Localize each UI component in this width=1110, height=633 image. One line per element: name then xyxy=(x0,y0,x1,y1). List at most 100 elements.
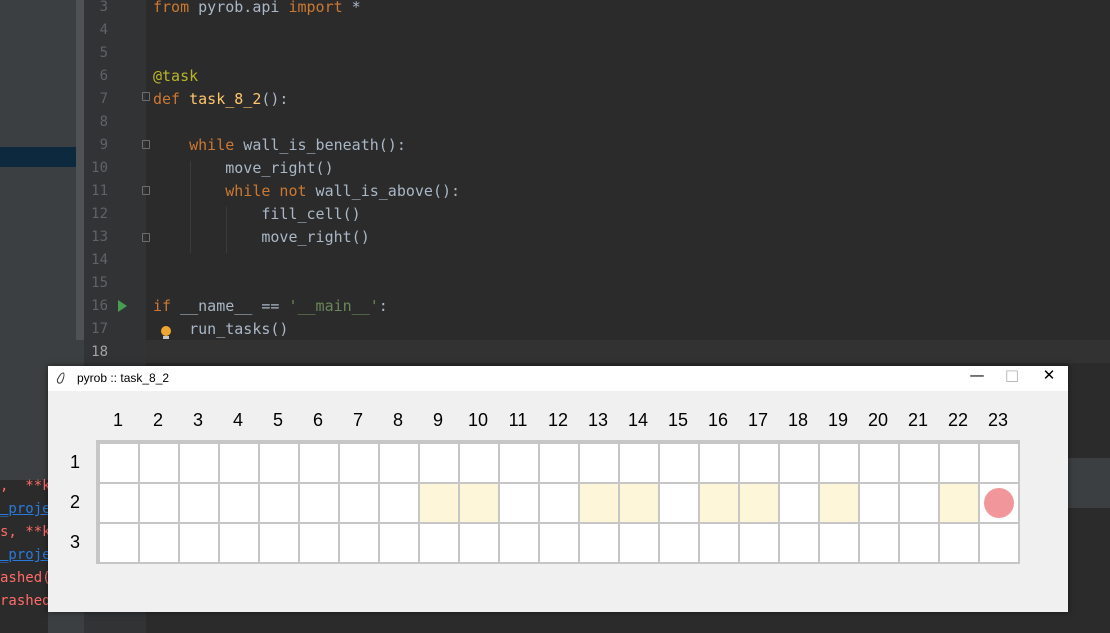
code-token: pyrob.api xyxy=(189,0,289,16)
column-number: 23 xyxy=(987,410,1009,430)
board-cell xyxy=(820,524,858,562)
code-token: * xyxy=(342,0,361,16)
fold-marker[interactable] xyxy=(142,92,150,101)
column-number: 15 xyxy=(667,410,689,430)
line-number: 7 xyxy=(99,91,108,107)
column-number: 8 xyxy=(392,410,403,430)
console-line[interactable]: _proje xyxy=(0,498,51,521)
code-token: from xyxy=(153,0,190,16)
line-number: 6 xyxy=(99,68,108,84)
console-line[interactable]: _proje xyxy=(0,544,51,567)
board-cell xyxy=(980,444,1018,482)
filled-cell xyxy=(620,484,658,522)
console-line: , **k xyxy=(0,478,51,494)
run-icon[interactable] xyxy=(118,300,127,312)
console-output: , **k _proje s, **k _proje ashed( rashed xyxy=(0,478,51,633)
line-number: 8 xyxy=(99,114,108,130)
board-cell xyxy=(420,444,458,482)
board-cell xyxy=(100,524,138,562)
board-cell xyxy=(220,444,258,482)
line-number: 3 xyxy=(99,0,108,15)
column-number: 12 xyxy=(547,410,569,430)
board-cell xyxy=(540,524,578,562)
board-cell xyxy=(580,444,618,482)
board-cell xyxy=(780,444,818,482)
window-title: pyrob :: task_8_2 xyxy=(77,371,170,385)
row-number: 1 xyxy=(69,452,80,472)
row-number: 3 xyxy=(69,532,80,552)
lightbulb-icon[interactable] xyxy=(161,326,171,336)
board-cell xyxy=(220,524,258,562)
code-token: fill_cell() xyxy=(153,205,361,223)
lightbulb-base xyxy=(163,336,169,339)
code-token: '__main__' xyxy=(288,297,379,315)
maximize-button[interactable]: □ xyxy=(993,366,1031,391)
board-cell xyxy=(900,484,938,522)
line-number: 9 xyxy=(99,137,108,153)
fold-marker[interactable] xyxy=(142,186,150,195)
fold-marker[interactable] xyxy=(142,140,150,149)
line-number: 13 xyxy=(91,229,108,245)
column-number: 1 xyxy=(112,410,123,430)
code-token: move_right() xyxy=(153,159,334,177)
code-token: run_tasks() xyxy=(153,320,289,338)
board-cell xyxy=(740,444,778,482)
board-cell xyxy=(700,444,738,482)
board-cell xyxy=(700,524,738,562)
board-cell xyxy=(780,484,818,522)
line-number: 14 xyxy=(91,252,108,268)
line-number: 4 xyxy=(99,22,108,38)
close-button[interactable]: ✕ xyxy=(1030,366,1068,391)
code-line: if __name__ == '__main__': xyxy=(153,295,388,318)
column-number: 18 xyxy=(787,410,809,430)
code-token: task_8_2 xyxy=(189,90,262,108)
filled-cell xyxy=(420,484,458,522)
line-number: 5 xyxy=(99,45,108,61)
fold-marker[interactable] xyxy=(142,233,150,242)
board-cell xyxy=(300,444,338,482)
code-token: while xyxy=(189,136,235,154)
project-selected-item[interactable] xyxy=(0,147,84,167)
code-token: move_right() xyxy=(153,228,370,246)
board-cell xyxy=(380,444,418,482)
pyrob-window: pyrob :: task_8_2 — □ ✕ 1 2 3 4 5 6 7 8 9 10 11 12 1… xyxy=(48,366,1068,612)
board-cell xyxy=(140,484,178,522)
column-number: 2 xyxy=(152,410,163,430)
column-number: 17 xyxy=(747,410,769,430)
code-token: : xyxy=(378,297,388,315)
code-line: @task xyxy=(153,65,198,88)
column-number: 11 xyxy=(508,410,528,430)
board-cell xyxy=(380,484,418,522)
console-line: rashed xyxy=(0,593,51,609)
column-number: 22 xyxy=(947,410,969,430)
editor-scroll-strip xyxy=(76,0,84,340)
line-number: 10 xyxy=(91,160,108,176)
board-cell xyxy=(540,484,578,522)
board-cell xyxy=(860,524,898,562)
column-number: 4 xyxy=(232,410,243,430)
window-titlebar[interactable]: pyrob :: task_8_2 — □ ✕ xyxy=(48,366,1068,391)
board-cell xyxy=(660,484,698,522)
filled-cell xyxy=(460,484,498,522)
minimize-button[interactable]: — xyxy=(958,366,996,391)
code-token: __name__ == xyxy=(171,297,289,315)
board-cell xyxy=(540,444,578,482)
code-line: fill_cell() xyxy=(153,203,361,226)
console-line: ashed( xyxy=(0,570,51,586)
board-cell xyxy=(180,524,218,562)
column-number: 3 xyxy=(192,410,203,430)
board-cell xyxy=(500,444,538,482)
board-cell xyxy=(500,484,538,522)
column-number: 13 xyxy=(587,410,609,430)
column-number: 5 xyxy=(272,410,283,430)
filled-cell xyxy=(940,484,978,522)
filled-cell xyxy=(700,484,738,522)
board-cell xyxy=(300,524,338,562)
line-number: 11 xyxy=(91,183,108,199)
board-cell xyxy=(140,444,178,482)
board-cell xyxy=(900,444,938,482)
console-line: s, **k xyxy=(0,524,51,540)
board-cell xyxy=(460,444,498,482)
